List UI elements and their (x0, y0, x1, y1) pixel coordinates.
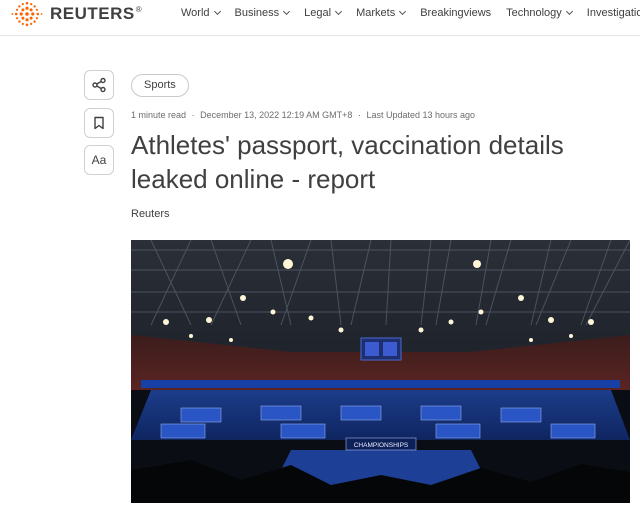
nav-item-technology[interactable]: Technology (506, 7, 573, 19)
nav-item-markets[interactable]: Markets (356, 7, 407, 19)
nav-item-business[interactable]: Business (234, 7, 291, 19)
nav-item-label: Legal (304, 7, 332, 19)
text-size-label: Aa (91, 153, 107, 167)
meta-separator: · (191, 110, 195, 120)
article-headline: Athletes' passport, vaccination details … (131, 130, 564, 194)
chevron-down-icon (283, 7, 291, 16)
share-icon (92, 77, 106, 93)
reuters-logo[interactable]: REUTERS ® (10, 0, 142, 28)
bookmark-button[interactable] (84, 108, 114, 138)
photo-scoreboard-text: CHAMPIONSHIPS (354, 442, 409, 449)
nav-item-label: Markets (356, 7, 396, 19)
top-navigation-bar: REUTERS ® World Business Legal Markets Breaki… (0, 0, 640, 36)
article-photo[interactable]: CHAMPIONSHIPS (131, 240, 630, 503)
chevron-down-icon (335, 7, 343, 16)
section-tag-sports[interactable]: Sports (131, 74, 189, 97)
published-date: December 13, 2022 12:19 AM GMT+8 (200, 110, 353, 120)
nav-item-investigation[interactable]: Investigation (587, 7, 640, 19)
bookmark-icon (94, 116, 104, 130)
main-nav: World Business Legal Markets Breakingviews Te… (181, 0, 640, 26)
chevron-down-icon (565, 7, 573, 16)
registered-mark: ® (135, 4, 142, 14)
share-button[interactable] (84, 70, 114, 100)
chevron-down-icon (399, 7, 407, 16)
read-time: 1 minute read (131, 110, 187, 120)
meta-separator: · (357, 110, 361, 120)
nav-item-label: Business (234, 7, 280, 19)
nav-item-label: Breakingviews (420, 7, 492, 19)
nav-item-label: World (181, 7, 210, 19)
reuters-logo-icon (11, 1, 43, 27)
nav-item-breakingviews[interactable]: Breakingviews (420, 7, 491, 19)
article-author[interactable]: Reuters (131, 208, 170, 220)
article-meta: 1 minute read · December 13, 2022 12:19 … (131, 110, 475, 120)
nav-item-legal[interactable]: Legal (304, 7, 343, 19)
nav-item-world[interactable]: World (181, 7, 221, 19)
chevron-down-icon (213, 7, 221, 16)
text-size-button[interactable]: Aa (84, 145, 114, 175)
nav-item-label: Technology (506, 7, 562, 19)
nav-item-label: Investigation (586, 7, 640, 19)
logo-wordmark: REUTERS (50, 4, 135, 23)
last-updated: Last Updated 13 hours ago (366, 110, 476, 120)
arena-photo-illustration: CHAMPIONSHIPS (131, 240, 630, 503)
